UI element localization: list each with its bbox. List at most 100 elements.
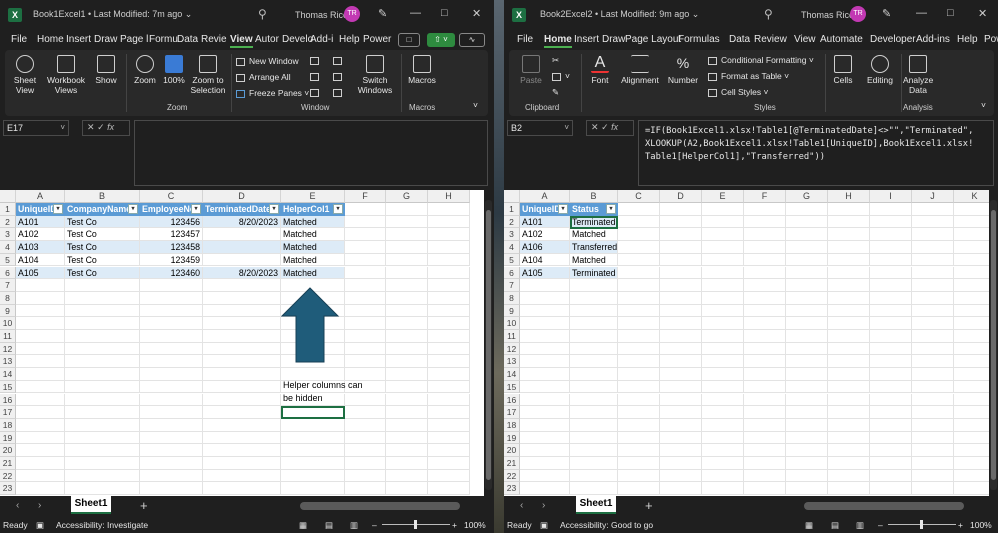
grid-cell[interactable] <box>702 228 744 242</box>
tab-formu[interactable]: Formu <box>149 34 178 45</box>
grid-cell[interactable] <box>870 228 912 242</box>
grid-cell[interactable] <box>428 342 470 356</box>
grid-cell[interactable] <box>786 444 828 457</box>
grid-cell[interactable] <box>16 317 65 330</box>
grid-cell[interactable] <box>744 406 786 419</box>
grid-cell[interactable] <box>786 406 828 419</box>
grid-cell[interactable] <box>65 330 140 343</box>
grid-cell[interactable] <box>140 418 203 432</box>
row-header[interactable]: 10 <box>0 317 16 330</box>
table-cell[interactable]: 123460 <box>140 266 203 280</box>
grid-cell[interactable] <box>203 330 281 343</box>
normal-view-icon[interactable]: ▦ <box>299 520 307 531</box>
grid-cell[interactable] <box>660 241 702 254</box>
grid-cell[interactable] <box>912 228 954 242</box>
grid-cell[interactable] <box>520 317 570 330</box>
grid-cell[interactable] <box>660 317 702 330</box>
select-all-corner[interactable] <box>0 190 16 203</box>
grid-cell[interactable] <box>618 304 660 318</box>
grid-cell[interactable] <box>870 241 912 254</box>
row-header[interactable]: 10 <box>504 317 520 330</box>
column-header[interactable]: H <box>428 190 470 203</box>
table-header-cell[interactable]: UniqueID ▾ <box>520 203 570 216</box>
grid-cell[interactable] <box>744 291 786 305</box>
grid-cell[interactable] <box>570 317 618 330</box>
grid-cell[interactable] <box>16 304 65 318</box>
grid-cell[interactable] <box>828 203 870 216</box>
row-header[interactable]: 5 <box>504 253 520 267</box>
fx-icon[interactable]: fx <box>107 122 114 132</box>
row-header[interactable]: 11 <box>504 330 520 343</box>
column-header[interactable]: G <box>786 190 828 203</box>
grid-cell[interactable] <box>281 444 345 457</box>
grid-cell[interactable] <box>954 267 989 280</box>
grid-cell[interactable] <box>744 279 786 292</box>
table-cell[interactable]: A102 <box>520 228 570 242</box>
grid-cell[interactable] <box>203 431 281 445</box>
grid-cell[interactable] <box>744 330 786 343</box>
grid-cell[interactable] <box>828 304 870 318</box>
table-cell[interactable]: 123458 <box>140 241 203 254</box>
grid-cell[interactable] <box>786 342 828 356</box>
grid-cell[interactable] <box>702 253 744 267</box>
grid-cell[interactable] <box>520 457 570 470</box>
minimize-icon[interactable]: — <box>916 7 927 19</box>
grid-cell[interactable] <box>345 469 386 483</box>
grid-cell[interactable] <box>912 342 954 356</box>
filter-dropdown-icon[interactable]: ▾ <box>333 204 343 214</box>
grid-cell[interactable] <box>912 431 954 445</box>
row-header[interactable]: 14 <box>0 368 16 381</box>
grid-cell[interactable] <box>570 406 618 419</box>
table-cell[interactable] <box>203 241 281 254</box>
grid-cell[interactable] <box>203 355 281 369</box>
grid-cell[interactable] <box>744 228 786 242</box>
grid-cell[interactable] <box>570 342 618 356</box>
enter-icon[interactable]: ✓ <box>97 122 105 132</box>
catch-up-icon[interactable]: ∿ <box>459 33 485 47</box>
number-button[interactable]: % Number <box>665 55 701 85</box>
grid-cell[interactable] <box>618 342 660 356</box>
grid-cell[interactable] <box>660 215 702 229</box>
grid-cell[interactable] <box>702 431 744 445</box>
grid-cell[interactable] <box>828 342 870 356</box>
avatar[interactable]: TR <box>344 6 360 22</box>
grid-cell[interactable] <box>65 457 140 470</box>
grid-cell[interactable] <box>786 228 828 242</box>
grid-cell[interactable] <box>954 432 989 445</box>
row-header[interactable]: 17 <box>504 406 520 419</box>
row-header[interactable]: 3 <box>0 228 16 242</box>
search-icon[interactable]: ⚲ <box>258 7 267 21</box>
title-bar[interactable]: X Book2Excel2 • Last Modified: 9m ago ⌄ … <box>504 0 998 30</box>
grid-cell[interactable] <box>618 253 660 267</box>
freeze-panes-button[interactable]: Freeze Panes ˅ <box>236 88 309 98</box>
grid-cell[interactable] <box>140 355 203 369</box>
grid-cell[interactable] <box>203 279 281 292</box>
grid-cell[interactable] <box>786 368 828 381</box>
worksheet-grid[interactable]: A B C D E F G H I J K 1 2 3 4 5 6 7 8 9 10 11 12 13 14 15 16 17 18 19… <box>504 190 989 496</box>
row-header[interactable]: 20 <box>504 444 520 457</box>
grid-cell[interactable] <box>786 291 828 305</box>
column-header[interactable]: A <box>520 190 570 203</box>
grid-cell[interactable] <box>912 457 954 470</box>
grid-cell[interactable] <box>386 266 428 280</box>
table-cell[interactable]: A102 <box>16 228 65 242</box>
grid-cell[interactable] <box>828 393 870 407</box>
row-header[interactable]: 22 <box>0 469 16 483</box>
grid-cell[interactable] <box>618 203 660 216</box>
grid-cell[interactable] <box>428 482 470 496</box>
grid-cell[interactable] <box>660 457 702 470</box>
grid-cell[interactable] <box>954 317 989 330</box>
grid-cell[interactable] <box>140 406 203 419</box>
grid-cell[interactable] <box>345 406 386 419</box>
grid-cell[interactable] <box>912 241 954 254</box>
grid-cell[interactable] <box>828 330 870 343</box>
grid-cell[interactable] <box>65 469 140 483</box>
row-header[interactable]: 3 <box>504 228 520 242</box>
table-cell[interactable]: A105 <box>520 266 570 280</box>
grid-cell[interactable] <box>16 380 65 394</box>
filter-dropdown-icon[interactable]: ▾ <box>128 204 138 214</box>
page-break-icon[interactable]: ▥ <box>856 520 864 531</box>
grid-cell[interactable] <box>828 279 870 292</box>
grid-cell[interactable] <box>428 355 470 369</box>
grid-cell[interactable] <box>386 482 428 496</box>
